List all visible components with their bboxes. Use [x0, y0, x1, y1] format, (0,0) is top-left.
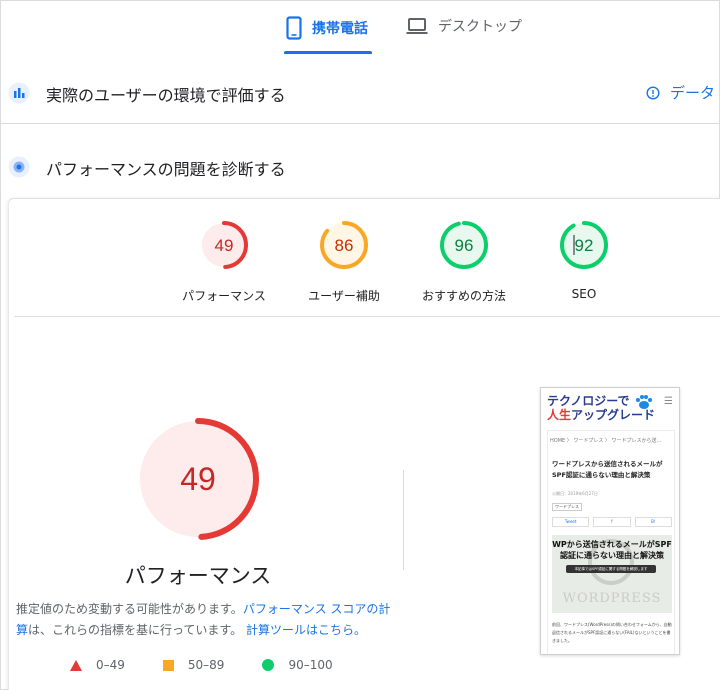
hamburger-menu-icon: ☰: [664, 396, 673, 407]
performance-score-gauge: 49: [137, 418, 259, 540]
data-link-label: データ: [670, 84, 716, 102]
share-hatena: B!: [634, 517, 672, 527]
score-description: 推定値のため変動する可能性があります。パフォーマンス スコアの計算は、これらの指…: [16, 599, 396, 641]
gauge-ring: 86: [320, 221, 368, 269]
score-gauge-accessibility[interactable]: 86 ユーザー補助: [294, 219, 394, 304]
screenshot-tag: ワードプレス: [552, 503, 582, 511]
score-value: 96: [455, 236, 474, 255]
share-facebook: f: [593, 517, 631, 527]
field-data-icon: [8, 82, 30, 104]
gauge-ring: 96: [440, 221, 488, 269]
gauge-ring: 92: [560, 221, 608, 269]
score-gauge-performance[interactable]: 49 パフォーマンス: [174, 219, 274, 304]
legend-fail-range: 0–49: [96, 658, 125, 672]
score-label: SEO: [571, 287, 597, 301]
triangle-icon: [70, 659, 82, 671]
tab-mobile-label: 携帯電話: [312, 21, 368, 37]
info-icon: [646, 85, 660, 100]
smartphone-icon: [286, 16, 302, 40]
score-label: おすすめの方法: [421, 289, 506, 303]
performance-title: パフォーマンス: [124, 564, 272, 588]
square-icon: [162, 659, 174, 671]
legend-fail: 0–49: [70, 658, 125, 672]
desc-text-2: は、これらの指標を基に行っています。: [28, 623, 243, 637]
page-screenshot[interactable]: テクノロジーで 人生アップグレード ☰ HOME 〉 ワードプレス 〉 ワードプ…: [540, 387, 680, 655]
laptop-icon: [406, 18, 428, 34]
screenshot-hero-image: WORDPRESS WPから送信されるメールがSPF認証に通らない理由と解決策 …: [552, 535, 672, 613]
score-gauge-seo[interactable]: 92 SEO: [534, 219, 634, 301]
screenshot-article: HOME 〉 ワードプレス 〉 ワードプレスから送... ワードプレスから送信さ…: [547, 430, 675, 654]
calculator-link[interactable]: 計算ツールはこちら。: [246, 623, 366, 637]
tab-desktop[interactable]: デスクトップ: [406, 16, 522, 36]
active-tab-indicator: [284, 51, 372, 54]
desc-text-1: 推定値のため変動する可能性があります。: [16, 602, 243, 616]
hero-watermark: WORDPRESS: [562, 591, 662, 606]
score-value: 92: [575, 236, 594, 255]
card-divider: [14, 316, 720, 317]
real-user-section[interactable]: 実際のユーザーの環境で評価する データ: [0, 72, 720, 114]
paw-icon: [636, 395, 652, 409]
legend-pass: 90–100: [262, 658, 333, 672]
hero-pill: 本記事ではSPF認証に関する問題を解説します: [566, 565, 656, 573]
diagnose-section[interactable]: パフォーマンスの問題を診断する: [0, 146, 720, 188]
vertical-separator: [403, 470, 404, 570]
real-user-title: 実際のユーザーの環境で評価する: [46, 86, 286, 105]
score-gauge-best-practices[interactable]: 96 おすすめの方法: [414, 219, 514, 304]
site-title-line2: アップグレード: [571, 408, 656, 422]
tab-desktop-label: デスクトップ: [438, 19, 522, 35]
screenshot-breadcrumb: HOME 〉 ワードプレス 〉 ワードプレスから送...: [550, 438, 662, 444]
device-tabs: 携帯電話 デスクトップ: [0, 0, 720, 56]
screenshot-excerpt: 前回、ワードプレス(WordPress)の問い合わせフォームから、自動返信される…: [552, 622, 672, 643]
gauge-ring: 49: [200, 221, 248, 269]
legend-pass-range: 90–100: [288, 658, 333, 672]
lab-data-icon: [8, 156, 30, 178]
performance-score-value: 49: [180, 461, 216, 497]
screenshot-meta: 公開日：2019年6月27日: [552, 491, 598, 496]
legend-average-range: 50–89: [187, 658, 225, 672]
legend-average: 50–89: [162, 658, 225, 672]
site-title-red: 人生: [547, 408, 572, 422]
hero-caption: WPから送信されるメールがSPF認証に通らない理由と解決策: [552, 540, 672, 560]
score-value: 49: [215, 236, 234, 255]
share-twitter: Tweet: [552, 517, 590, 527]
section-divider: [0, 123, 720, 124]
tab-mobile[interactable]: 携帯電話: [286, 16, 368, 40]
data-link[interactable]: データ: [646, 82, 715, 103]
score-label: パフォーマンス: [182, 289, 266, 303]
score-value: 86: [335, 236, 354, 255]
screenshot-article-title: ワードプレスから送信されるメールがSPF認証に通らない理由と解決策: [552, 460, 663, 479]
circle-icon: [262, 659, 275, 671]
score-label: ユーザー補助: [308, 289, 380, 303]
screenshot-share-buttons: Tweet f B!: [552, 517, 672, 527]
diagnose-title: パフォーマンスの問題を診断する: [46, 160, 286, 179]
score-legend: 0–49 50–89 90–100: [70, 658, 371, 672]
